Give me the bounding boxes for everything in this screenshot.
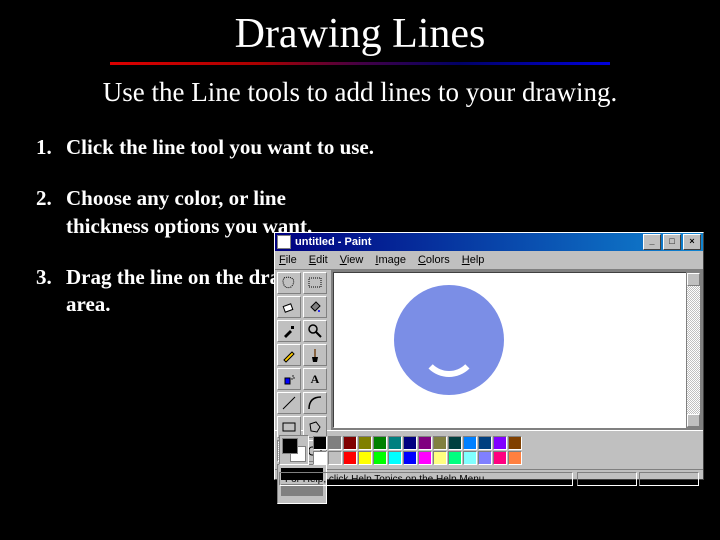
drawn-shape xyxy=(394,285,504,395)
step-number: 1. xyxy=(36,134,66,161)
menu-view[interactable]: View xyxy=(340,254,364,266)
tool-rect-select[interactable] xyxy=(303,272,327,294)
title-underline xyxy=(110,62,610,65)
tool-picker[interactable] xyxy=(277,320,301,342)
status-text: For Help, click Help Topics on the Help … xyxy=(279,472,573,486)
window-title: untitled - Paint xyxy=(295,236,641,248)
tool-line[interactable] xyxy=(277,392,301,414)
color-swatch[interactable] xyxy=(448,436,462,450)
maximize-button[interactable]: □ xyxy=(663,234,681,250)
color-swatch[interactable] xyxy=(328,436,342,450)
color-swatch[interactable] xyxy=(358,451,372,465)
menu-help[interactable]: Help xyxy=(462,254,485,266)
status-size xyxy=(639,472,699,486)
color-swatch[interactable] xyxy=(493,436,507,450)
color-swatch[interactable] xyxy=(343,451,357,465)
color-swatch[interactable] xyxy=(448,451,462,465)
color-swatch[interactable] xyxy=(403,451,417,465)
toolbox: A xyxy=(275,270,331,430)
minimize-button[interactable]: _ xyxy=(643,234,661,250)
status-bar: For Help, click Help Topics on the Help … xyxy=(275,469,703,488)
drawing-canvas[interactable] xyxy=(333,272,701,428)
menu-colors[interactable]: Colors xyxy=(418,254,450,266)
tool-text[interactable]: A xyxy=(303,368,327,390)
step-1: 1. Click the line tool you want to use. xyxy=(36,134,720,161)
color-swatch[interactable] xyxy=(418,451,432,465)
slide-subtitle: Use the Line tools to add lines to your … xyxy=(0,77,720,108)
color-swatch[interactable] xyxy=(373,451,387,465)
color-swatch[interactable] xyxy=(328,451,342,465)
color-swatch[interactable] xyxy=(358,436,372,450)
titlebar[interactable]: untitled - Paint _ □ × xyxy=(275,233,703,251)
menu-file[interactable]: File xyxy=(279,254,297,266)
close-button[interactable]: × xyxy=(683,234,701,250)
paint-window: untitled - Paint _ □ × File Edit View Im… xyxy=(274,232,704,480)
color-swatch[interactable] xyxy=(463,451,477,465)
color-swatch[interactable] xyxy=(433,451,447,465)
app-icon xyxy=(277,235,291,249)
vertical-scrollbar[interactable] xyxy=(686,272,701,428)
step-text: Click the line tool you want to use. xyxy=(66,134,374,161)
step-number: 3. xyxy=(36,264,66,319)
slide-title: Drawing Lines xyxy=(0,0,720,58)
color-swatch[interactable] xyxy=(493,451,507,465)
color-swatch[interactable] xyxy=(343,436,357,450)
tool-brush[interactable] xyxy=(303,344,327,366)
color-swatch[interactable] xyxy=(388,436,402,450)
color-swatch[interactable] xyxy=(313,436,327,450)
color-bar xyxy=(275,430,703,469)
menu-edit[interactable]: Edit xyxy=(309,254,328,266)
color-swatch[interactable] xyxy=(418,436,432,450)
slide-corner-overlay xyxy=(0,528,30,540)
status-coords xyxy=(577,472,637,486)
color-swatch[interactable] xyxy=(403,436,417,450)
menu-image[interactable]: Image xyxy=(375,254,406,266)
color-swatch[interactable] xyxy=(463,436,477,450)
tool-magnify[interactable] xyxy=(303,320,327,342)
color-swatch[interactable] xyxy=(508,451,522,465)
canvas-area xyxy=(331,270,703,430)
tool-free-select[interactable] xyxy=(277,272,301,294)
tool-curve[interactable] xyxy=(303,392,327,414)
color-swatch[interactable] xyxy=(478,451,492,465)
color-swatch[interactable] xyxy=(478,436,492,450)
tool-pencil[interactable] xyxy=(277,344,301,366)
tool-eraser[interactable] xyxy=(277,296,301,318)
tool-airbrush[interactable] xyxy=(277,368,301,390)
color-swatch[interactable] xyxy=(433,436,447,450)
menubar: File Edit View Image Colors Help xyxy=(275,251,703,270)
color-palette xyxy=(313,436,522,465)
fg-bg-swatch[interactable] xyxy=(279,435,309,465)
tool-fill[interactable] xyxy=(303,296,327,318)
color-swatch[interactable] xyxy=(373,436,387,450)
color-swatch[interactable] xyxy=(388,451,402,465)
color-swatch[interactable] xyxy=(313,451,327,465)
step-number: 2. xyxy=(36,185,66,240)
color-swatch[interactable] xyxy=(508,436,522,450)
foreground-color-swatch xyxy=(282,438,298,454)
